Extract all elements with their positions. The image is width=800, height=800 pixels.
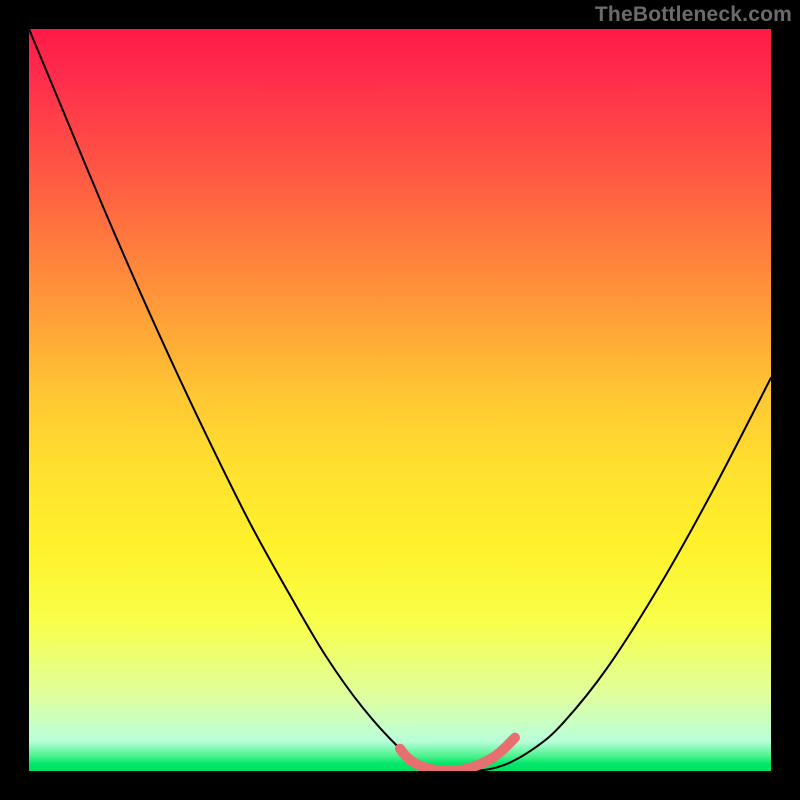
trough-marker xyxy=(400,738,515,771)
plot-area xyxy=(29,29,771,771)
curve-layer xyxy=(29,29,771,771)
bottleneck-curve xyxy=(29,29,771,771)
chart-stage: TheBottleneck.com xyxy=(0,0,800,800)
watermark-text: TheBottleneck.com xyxy=(595,3,792,27)
